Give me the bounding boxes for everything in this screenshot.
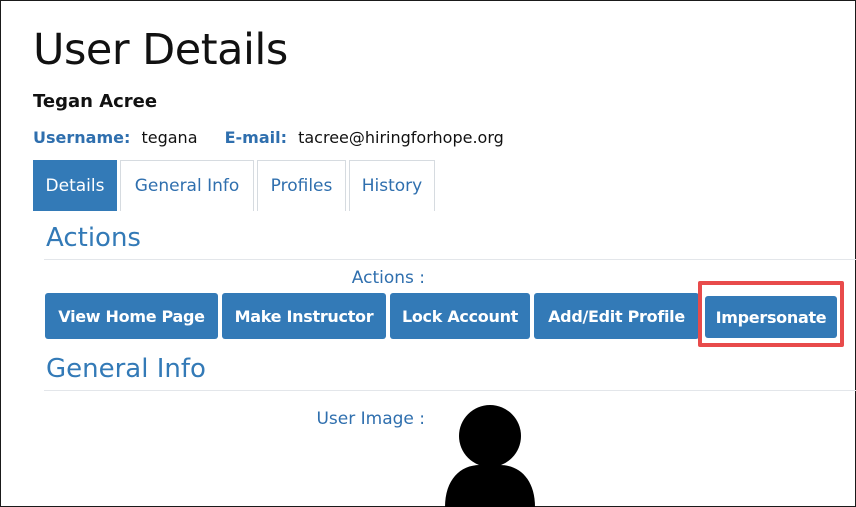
impersonate-button[interactable]: Impersonate bbox=[705, 296, 837, 338]
make-instructor-button[interactable]: Make Instructor bbox=[222, 293, 386, 339]
avatar-body bbox=[445, 465, 535, 507]
lock-account-button[interactable]: Lock Account bbox=[390, 293, 530, 339]
tab-profiles[interactable]: Profiles bbox=[257, 160, 346, 211]
actions-section-divider bbox=[44, 259, 856, 260]
general-info-section-divider bbox=[44, 390, 856, 391]
tab-details[interactable]: Details bbox=[33, 160, 117, 211]
avatar-head bbox=[459, 405, 521, 467]
add-edit-profile-button[interactable]: Add/Edit Profile bbox=[534, 293, 699, 339]
user-image-label: User Image : bbox=[316, 409, 425, 429]
username-label: Username: bbox=[33, 128, 131, 147]
tab-general-info[interactable]: General Info bbox=[120, 160, 254, 211]
user-silhouette-icon bbox=[445, 405, 535, 507]
user-meta-row: Username: tegana E-mail: tacree@hiringfo… bbox=[33, 127, 526, 149]
email-label: E-mail: bbox=[224, 128, 287, 147]
username-value: tegana bbox=[141, 128, 198, 147]
general-info-section-title: General Info bbox=[46, 354, 206, 384]
email-value: tacree@hiringforhope.org bbox=[298, 128, 504, 147]
actions-field-label: Actions : bbox=[351, 268, 425, 288]
tab-history[interactable]: History bbox=[349, 160, 435, 211]
user-full-name: Tegan Acree bbox=[33, 91, 158, 112]
view-home-page-button[interactable]: View Home Page bbox=[45, 293, 218, 339]
actions-section-title: Actions bbox=[46, 223, 141, 253]
page-title: User Details bbox=[33, 25, 288, 75]
